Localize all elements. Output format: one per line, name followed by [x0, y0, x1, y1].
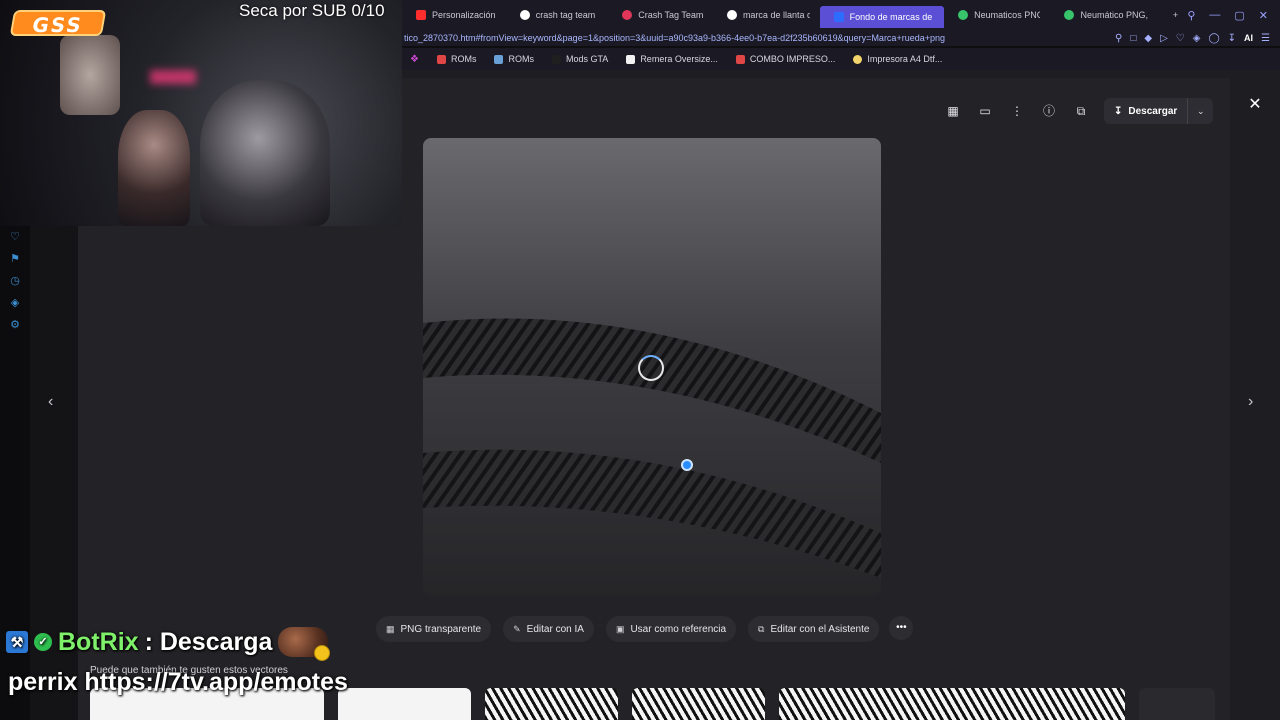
- pngtree-icon: [1064, 10, 1075, 20]
- background-curtain: [60, 35, 120, 115]
- more-vertical-icon[interactable]: ⋮: [1008, 102, 1026, 120]
- edit-with-ai-button[interactable]: ✎ Editar con IA: [503, 616, 594, 642]
- download-button[interactable]: ↧ Descargar: [1104, 98, 1188, 124]
- bookmark-5[interactable]: Impresora A4 Dtf...: [853, 54, 942, 64]
- bookmark-icon: [436, 54, 446, 64]
- transparent-icon: ▦: [386, 623, 395, 634]
- address-bar[interactable]: tico_2870370.htm#fromView=keyword&page=1…: [402, 30, 1280, 46]
- chat-message: ⚒ ✓ BotRix : Descarga: [6, 627, 331, 661]
- sub-goal-text: Seca por SUB 0/10: [239, 1, 385, 20]
- profile-icon[interactable]: ◯: [1208, 33, 1219, 44]
- webcam-overlay: GSS Seca por SUB 0/10: [0, 0, 402, 226]
- screenshot-icon[interactable]: □: [1130, 33, 1136, 44]
- loading-spinner-icon: [638, 355, 664, 381]
- cursor-dot-icon: [681, 459, 693, 471]
- hammer-badge-icon: ⚒: [6, 631, 28, 653]
- viewer-actions: ▦ PNG transparente ✎ Editar con IA ▣ Usar c…: [376, 616, 914, 642]
- channel-logo: GSS: [9, 10, 107, 37]
- chat-message-continuation: perrix https://7tv.app/emotes: [8, 668, 348, 696]
- extensions-icon[interactable]: ◈: [1193, 33, 1201, 44]
- download-options-chevron-icon[interactable]: ⌄: [1187, 98, 1214, 124]
- tab-0[interactable]: Personalización del: [402, 0, 506, 30]
- copy-icon[interactable]: ⧉: [1072, 102, 1090, 120]
- google-icon: [519, 10, 530, 20]
- info-icon[interactable]: ⓘ: [1040, 102, 1058, 120]
- ai-edit-icon: ✎: [513, 623, 521, 634]
- tab-4-active[interactable]: Fondo de marcas de impr: [819, 6, 945, 28]
- assistant-edit-icon: ⧉: [758, 623, 765, 634]
- bookmark-2[interactable]: Mods GTA: [551, 54, 608, 64]
- tab-5[interactable]: Neumaticos PNG, D: [944, 0, 1050, 30]
- bookmark-0[interactable]: ROMs: [436, 54, 476, 64]
- emote-icon: [278, 627, 331, 661]
- verified-badge-icon: ✓: [34, 633, 52, 651]
- use-as-reference-button[interactable]: ▣ Usar como referencia: [605, 616, 737, 642]
- close-icon[interactable]: ✕: [1246, 96, 1264, 114]
- bookmark-3[interactable]: Remera Oversize...: [626, 54, 718, 64]
- tab-bar: Personalización del crash tag team raci …: [402, 0, 1280, 30]
- bookmark-icon[interactable]: ⚑: [8, 252, 22, 266]
- download-icon: ↧: [1114, 105, 1123, 117]
- streamer-person: [118, 110, 190, 226]
- neon-light: [150, 70, 196, 84]
- menu-icon[interactable]: ☰: [1261, 33, 1270, 44]
- previous-arrow-icon[interactable]: ‹: [48, 393, 53, 411]
- ai-button[interactable]: AI: [1244, 33, 1253, 43]
- tab-6[interactable]: Neumático PNG, Dib: [1050, 0, 1158, 30]
- download-icon[interactable]: ↧: [1228, 33, 1236, 44]
- suggestion-thumbnail[interactable]: [1139, 688, 1215, 720]
- tab-1[interactable]: crash tag team raci: [506, 0, 608, 30]
- chat-text: : Descarga: [144, 627, 273, 656]
- google-icon: [726, 10, 737, 20]
- freepik-icon: [833, 12, 844, 22]
- youtube-icon: [416, 10, 426, 20]
- next-arrow-icon[interactable]: ›: [1248, 393, 1253, 411]
- fandom-icon: [622, 10, 633, 20]
- heart-icon[interactable]: ♡: [1176, 33, 1185, 44]
- pngtree-icon: [958, 10, 969, 20]
- bookmark-icon: [735, 54, 745, 64]
- bookmark-4[interactable]: COMBO IMPRESO...: [735, 54, 835, 64]
- suggestion-thumbnail[interactable]: [779, 688, 1125, 720]
- window-controls: ⚲ — ▢ ✕: [1187, 9, 1280, 22]
- reference-icon: ▣: [615, 623, 625, 634]
- close-window-icon[interactable]: ✕: [1259, 9, 1268, 22]
- new-tab-button[interactable]: +: [1159, 0, 1187, 30]
- viewer-toolbar: ▦ ▭ ⋮ ⓘ ⧉ ↧ Descargar ⌄: [944, 98, 1214, 124]
- heart-icon[interactable]: ♡: [8, 230, 22, 244]
- history-icon[interactable]: ◷: [8, 274, 22, 288]
- suggestion-thumbnail[interactable]: [485, 688, 618, 720]
- bookmark-1[interactable]: ROMs: [494, 54, 534, 64]
- bookmark-icon: [853, 54, 863, 64]
- search-icon[interactable]: ⚲: [1187, 9, 1195, 22]
- png-transparent-button[interactable]: ▦ PNG transparente: [376, 616, 492, 642]
- tab-3[interactable]: marca de llanta de a: [713, 0, 820, 30]
- chat-username: BotRix: [58, 627, 139, 656]
- pin-icon[interactable]: ⚲: [1115, 33, 1122, 44]
- image-edit-icon[interactable]: ▦: [944, 102, 962, 120]
- url-text[interactable]: tico_2870370.htm#fromView=keyword&page=1…: [402, 33, 945, 43]
- shield-icon[interactable]: ◆: [1144, 33, 1152, 44]
- play-icon[interactable]: ▷: [1160, 33, 1168, 44]
- folder-icon[interactable]: ▭: [976, 102, 994, 120]
- bookmarks-bar: ❖ ROMs ROMs Mods GTA Remera Oversize... …: [402, 48, 1280, 70]
- streamer-person: [200, 80, 330, 226]
- maximize-icon[interactable]: ▢: [1234, 9, 1244, 22]
- url-bar-icons: ⚲ □ ◆ ▷ ♡ ◈ ◯ ↧ AI ☰: [1115, 33, 1280, 44]
- more-options-button[interactable]: •••: [889, 616, 914, 640]
- bookmark-icon: [626, 54, 636, 64]
- suggestion-thumbnail[interactable]: [338, 688, 471, 720]
- extensions-icon[interactable]: ◈: [8, 296, 22, 310]
- edit-with-assistant-button[interactable]: ⧉ Editar con el Asistente: [748, 616, 880, 642]
- suggestion-thumbnail[interactable]: [632, 688, 765, 720]
- settings-icon[interactable]: ⚙: [8, 318, 22, 332]
- tab-2[interactable]: Crash Tag Team Ra: [608, 0, 713, 30]
- minimize-icon[interactable]: —: [1209, 9, 1220, 22]
- bookmark-logo-icon[interactable]: ❖: [410, 54, 419, 65]
- bookmark-icon: [551, 54, 561, 64]
- bookmark-icon: [494, 54, 504, 64]
